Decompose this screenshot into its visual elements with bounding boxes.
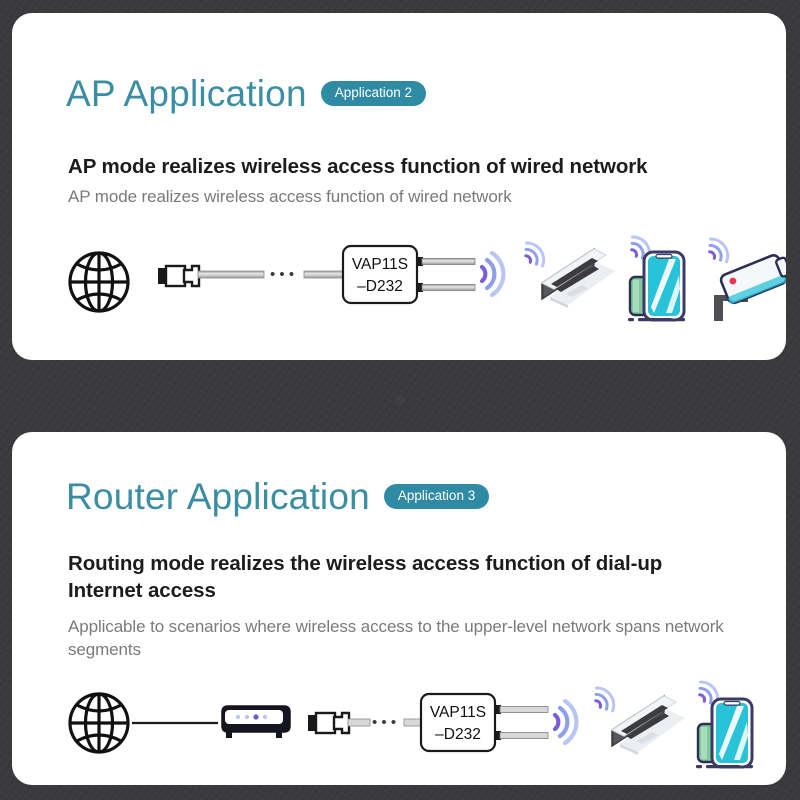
smartphone-icon	[628, 235, 686, 322]
page-title-router: Router Application	[66, 476, 370, 517]
smartphone-icon	[696, 680, 754, 769]
cable-ellipsis: • • •	[372, 714, 396, 731]
subtitle-router: Routing mode realizes the wireless acces…	[68, 552, 663, 603]
vap11s-device: VAP11S –D232	[419, 692, 549, 753]
antenna-top	[494, 705, 549, 714]
wifi-signal-icon	[594, 686, 616, 713]
panel-router-application: Router Application Application 3 Routing…	[12, 432, 786, 785]
wifi-signal-icon	[552, 698, 579, 746]
antenna-bottom	[416, 283, 476, 292]
rj45-connector-icon	[158, 264, 201, 288]
device-label-line2: –D232	[435, 726, 481, 743]
page-title-ap: AP Application	[66, 73, 307, 114]
wifi-signal-icon	[479, 250, 506, 298]
subtitle-ap: AP mode realizes wireless access functio…	[68, 155, 648, 178]
wifi-signal-icon	[524, 241, 546, 268]
device-label-line2: –D232	[357, 278, 403, 295]
rj45-connector-icon	[308, 711, 351, 735]
panel-ap-application: AP Application Application 2 AP mode rea…	[12, 13, 786, 360]
laptop-icon	[524, 241, 615, 308]
wifi-signal-icon	[708, 237, 730, 264]
description-ap: AP mode realizes wireless access functio…	[68, 187, 512, 206]
status-badge-application-2: Application 2	[320, 81, 427, 106]
status-badge-application-3: Application 3	[383, 484, 490, 509]
modem-icon	[221, 705, 291, 738]
laptop-icon	[594, 686, 685, 755]
vap11s-device: VAP11S –D232	[341, 244, 476, 305]
device-label-line1: VAP11S	[352, 256, 408, 273]
security-camera-icon	[708, 237, 786, 321]
cable-ellipsis: • • •	[270, 266, 294, 283]
description-router: Applicable to scenarios where wireless a…	[68, 617, 724, 660]
globe-icon	[68, 251, 130, 313]
antenna-top	[416, 257, 476, 266]
antenna-bottom	[494, 731, 549, 740]
device-label-line1: VAP11S	[430, 704, 486, 721]
globe-icon	[68, 692, 130, 754]
